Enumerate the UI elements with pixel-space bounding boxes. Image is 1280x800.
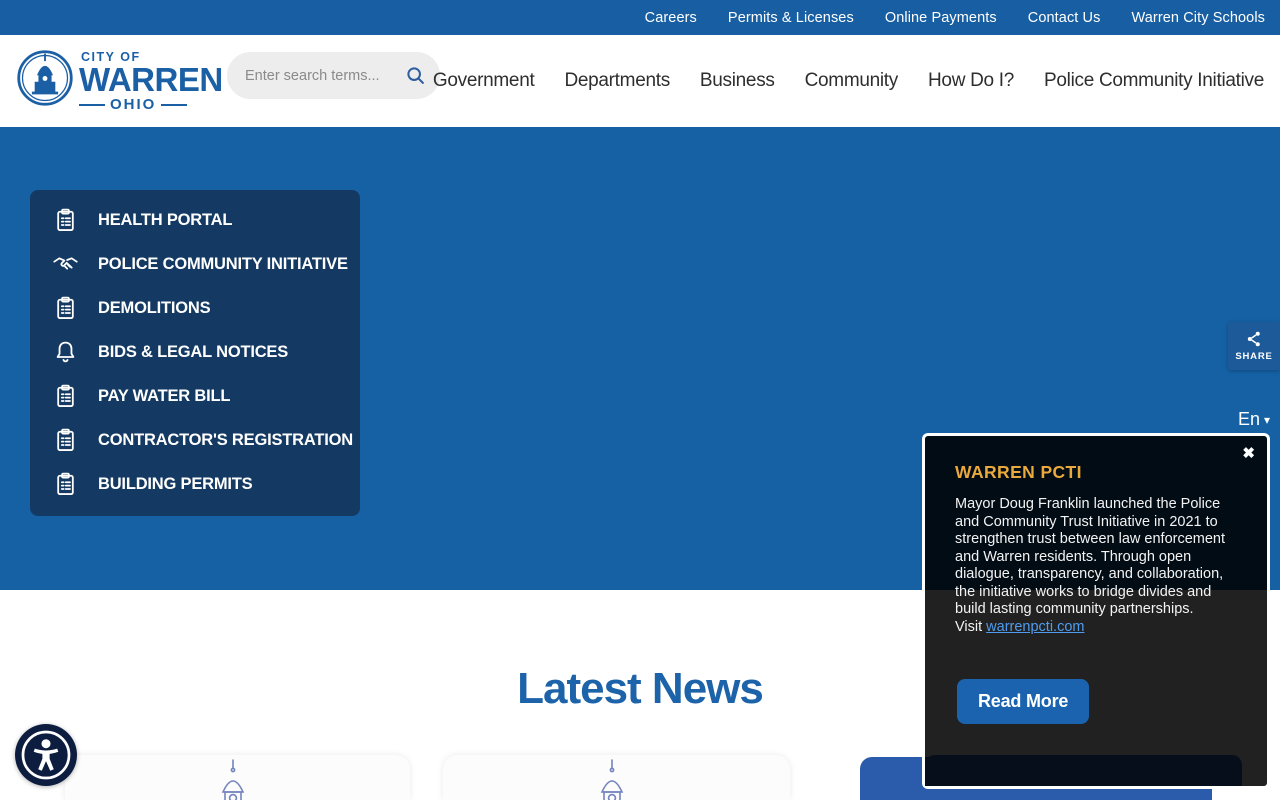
search-box (227, 52, 440, 99)
news-card[interactable] (443, 755, 790, 800)
warrenpcti-link[interactable]: warrenpcti.com (986, 619, 1084, 635)
popup-body: Mayor Doug Franklin launched the Police … (955, 496, 1245, 636)
share-button[interactable]: SHARE (1228, 322, 1280, 370)
nav-government[interactable]: Government (433, 70, 535, 92)
search-icon[interactable] (405, 65, 427, 87)
pcti-popup: ✖ WARREN PCTI Mayor Doug Franklin launch… (922, 433, 1270, 789)
topbar-link-permits-licenses[interactable]: Permits & Licenses (728, 10, 854, 26)
nav-police-community-initiative[interactable]: Police Community Initiative (1044, 70, 1264, 92)
logo-text: CITY OF WARREN OHIO (79, 50, 223, 113)
topbar-link-warren-city-schools[interactable]: Warren City Schools (1131, 10, 1265, 26)
quick-link-label: DEMOLITIONS (98, 299, 210, 318)
logo-ohio: OHIO (79, 96, 223, 113)
language-selected: En (1238, 409, 1260, 430)
quick-link-label: BUILDING PERMITS (98, 475, 252, 494)
clipboard-icon (52, 295, 79, 322)
language-selector[interactable]: En ▾ (1238, 409, 1270, 430)
logo-rule-right (161, 104, 187, 106)
logo-warren: WARREN (79, 64, 223, 95)
quick-link-contractors-registration[interactable]: CONTRACTOR'S REGISTRATION (52, 418, 360, 462)
nav-community[interactable]: Community (805, 70, 898, 92)
accessibility-button[interactable] (15, 724, 77, 786)
popup-footer-panel (925, 755, 1242, 786)
bell-icon (52, 339, 79, 366)
quick-link-bids-legal-notices[interactable]: BIDS & LEGAL NOTICES (52, 330, 360, 374)
close-icon[interactable]: ✖ (1242, 446, 1255, 461)
nav-departments[interactable]: Departments (564, 70, 669, 92)
topbar-link-contact-us[interactable]: Contact Us (1028, 10, 1101, 26)
topbar: Careers Permits & Licenses Online Paymen… (0, 0, 1280, 35)
topbar-link-careers[interactable]: Careers (645, 10, 697, 26)
search-input[interactable] (245, 68, 405, 84)
handshake-icon (52, 251, 79, 278)
logo-emblem-icon (15, 40, 75, 116)
quick-link-building-permits[interactable]: BUILDING PERMITS (52, 462, 360, 506)
topbar-link-online-payments[interactable]: Online Payments (885, 10, 997, 26)
popup-title: WARREN PCTI (955, 462, 1082, 483)
quick-link-pay-water-bill[interactable]: PAY WATER BILL (52, 374, 360, 418)
news-card[interactable] (65, 755, 410, 800)
nav-business[interactable]: Business (700, 70, 775, 92)
site-header: CITY OF WARREN OHIO Government Departmen… (0, 35, 1280, 127)
quick-link-label: BIDS & LEGAL NOTICES (98, 343, 288, 362)
clipboard-icon (52, 383, 79, 410)
courthouse-sketch-image (183, 758, 293, 800)
clipboard-icon (52, 427, 79, 454)
quick-link-label: POLICE COMMUNITY INITIATIVE (98, 255, 348, 274)
quick-link-label: CONTRACTOR'S REGISTRATION (98, 431, 353, 450)
share-icon (1245, 330, 1263, 348)
quick-link-label: PAY WATER BILL (98, 387, 230, 406)
quick-links-panel: HEALTH PORTAL POLICE COMMUNITY INITIATIV… (30, 190, 360, 516)
logo-rule-left (79, 104, 105, 106)
read-more-button[interactable]: Read More (957, 679, 1089, 724)
site-logo[interactable]: CITY OF WARREN OHIO (15, 40, 223, 116)
chevron-down-icon: ▾ (1264, 413, 1270, 427)
nav-how-do-i[interactable]: How Do I? (928, 70, 1014, 92)
popup-paragraph: Mayor Doug Franklin launched the Police … (955, 496, 1225, 617)
popup-visit-prefix: Visit (955, 619, 986, 635)
clipboard-icon (52, 471, 79, 498)
quick-link-police-community-initiative[interactable]: POLICE COMMUNITY INITIATIVE (52, 242, 360, 286)
share-label: SHARE (1235, 351, 1272, 362)
clipboard-icon (52, 207, 79, 234)
quick-link-demolitions[interactable]: DEMOLITIONS (52, 286, 360, 330)
main-navigation: Government Departments Business Communit… (433, 35, 1264, 127)
quick-link-label: HEALTH PORTAL (98, 211, 232, 230)
quick-link-health-portal[interactable]: HEALTH PORTAL (52, 198, 360, 242)
accessibility-person-icon (18, 727, 74, 783)
page: Careers Permits & Licenses Online Paymen… (0, 0, 1280, 800)
courthouse-sketch-image (562, 758, 672, 800)
